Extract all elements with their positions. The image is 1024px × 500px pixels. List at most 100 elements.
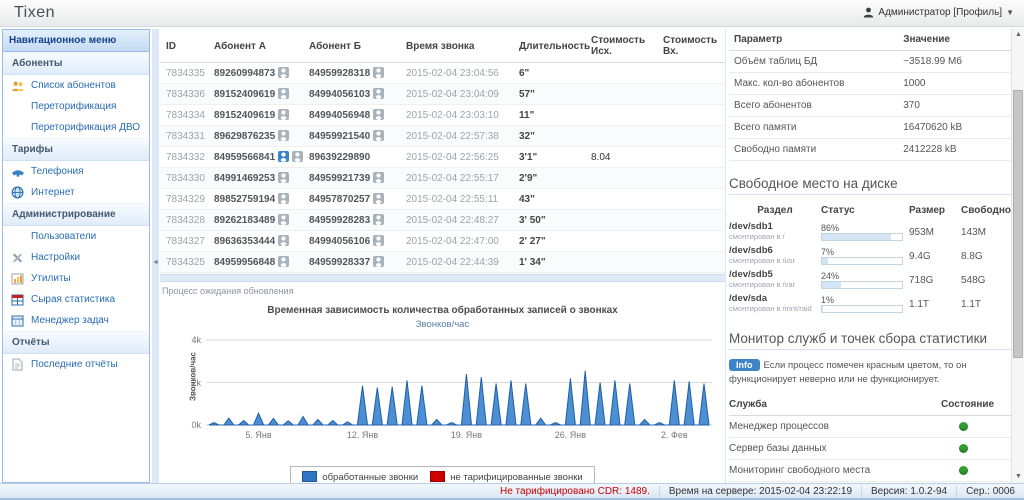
scroll-down-icon[interactable]: ▼ [1012, 470, 1024, 483]
cell-subscriber-b: 84959921739 [303, 168, 400, 189]
subscriber-card-icon[interactable] [373, 88, 384, 99]
subscriber-card-icon[interactable] [373, 193, 384, 204]
cell-duration: 6" [513, 63, 585, 84]
subscriber-card-icon[interactable] [278, 193, 289, 204]
table-row[interactable]: 783432789636353444849940561062015-02-04 … [160, 231, 726, 252]
scrollbar-thumb[interactable] [1013, 90, 1023, 358]
subscriber-card-icon[interactable] [278, 151, 289, 162]
sidebar-item-переторификация[interactable]: Переторификация [3, 96, 149, 117]
subscriber-card-icon[interactable] [373, 256, 384, 267]
sidebar-item-менеджер-задач[interactable]: Менеджер задач [3, 310, 149, 331]
disk-status: 1% [821, 295, 909, 313]
subscriber-card-icon[interactable] [278, 172, 289, 183]
table-row[interactable]: 783433189629876235849599215402015-02-04 … [160, 126, 726, 147]
col-header-1[interactable]: Абонент А [208, 29, 303, 63]
subscriber-card-icon[interactable] [373, 235, 384, 246]
table-row[interactable]: 783433589260994873849599283182015-02-04 … [160, 63, 726, 84]
col-header-4[interactable]: Длительность [513, 29, 585, 63]
table-row[interactable]: 783433284959566841896392298902015-02-04 … [160, 147, 726, 168]
sidebar-section-2[interactable]: Администрирование [3, 203, 149, 226]
params-row: Всего памяти16470620 kB [729, 117, 1011, 139]
table-row[interactable]: 783432989852759194849578702572015-02-04 … [160, 189, 726, 210]
disk-col-1: Статус [821, 205, 909, 216]
legend-swatch [430, 471, 445, 482]
params-col-1: Значение [898, 29, 1011, 51]
cell-duration: 1' 34" [513, 252, 585, 273]
sidebar-item-телефония[interactable]: Телефония [3, 161, 149, 182]
sidebar-item-утилиты[interactable]: Утилиты [3, 268, 149, 289]
subscriber-card-icon[interactable] [278, 88, 289, 99]
subscriber-card-icon[interactable] [373, 109, 384, 120]
subscriber-card-icon[interactable] [373, 172, 384, 183]
ytick-label: 2k [180, 378, 201, 388]
sidebar-item-пользователи[interactable]: Пользователи [3, 226, 149, 247]
cell-subscriber-a: 84991469253 [208, 168, 303, 189]
scroll-up-icon[interactable]: ▲ [1012, 28, 1024, 41]
cell-duration: 57" [513, 84, 585, 105]
disk-free: 1.1T [961, 299, 1011, 310]
service-status [941, 444, 1011, 453]
sidebar-section-0[interactable]: Абоненты [3, 52, 149, 75]
disk-row: /dev/sdb1смонтирован в /86%953M143M [729, 220, 1011, 244]
cell-call-time: 2015-02-04 23:04:56 [400, 63, 513, 84]
param-value: ~3518.99 Мб [898, 51, 1011, 73]
table-row[interactable]: 783433689152409619849940561032015-02-04 … [160, 84, 726, 105]
table-row[interactable]: 783433489152409619849940569482015-02-04 … [160, 105, 726, 126]
sidebar-item-сырая-статистика[interactable]: Сырая статистика [3, 289, 149, 310]
globe-icon [10, 186, 25, 199]
cell-call-time: 2015-02-04 22:44:39 [400, 252, 513, 273]
cell-subscriber-a: 89260994873 [208, 63, 303, 84]
panel-splitter[interactable]: ◄ [152, 29, 159, 483]
table-row[interactable]: 783432584959956848849599283372015-02-04 … [160, 252, 726, 273]
cell-id: 7834331 [160, 126, 208, 147]
sidebar-item-переторификация-дво[interactable]: Переторификация ДВО [3, 117, 149, 138]
col-header-0[interactable]: ID [160, 29, 208, 63]
disk-usage-bar [821, 257, 903, 265]
collapse-arrow-icon[interactable]: ◄ [152, 251, 159, 273]
subscriber-card-icon[interactable] [292, 151, 303, 162]
subscriber-card-icon[interactable] [278, 235, 289, 246]
cell-id: 7834334 [160, 105, 208, 126]
cell-call-time: 2015-02-04 22:56:25 [400, 147, 513, 168]
status-dot-ok [959, 422, 968, 431]
sidebar-item-интернет[interactable]: Интернет [3, 182, 149, 203]
sidebar-item-настройки[interactable]: Настройки [3, 247, 149, 268]
subscriber-card-icon[interactable] [278, 130, 289, 141]
subscriber-card-icon[interactable] [278, 67, 289, 78]
params-table: ПараметрЗначение Объём таблиц БД~3518.99… [729, 29, 1011, 161]
chevron-down-icon: ▼ [1006, 8, 1014, 17]
service-row: Сервер базы данных [729, 438, 1011, 460]
sidebar-section-1[interactable]: Тарифы [3, 138, 149, 161]
disk-usage-bar [821, 281, 903, 289]
params-row: Макс. кол-во абонентов1000 [729, 73, 1011, 95]
col-header-2[interactable]: Абонент Б [303, 29, 400, 63]
col-header-3[interactable]: Время звонка [400, 29, 513, 63]
ytick-label: 0k [180, 420, 201, 430]
subscriber-card-icon[interactable] [373, 67, 384, 78]
col-header-5[interactable]: Стоимость Исх. [585, 29, 657, 63]
subscriber-card-icon[interactable] [373, 214, 384, 225]
cell-cost-out [585, 63, 657, 84]
disk-partition: /dev/sdb1смонтирован в / [729, 222, 821, 242]
subscriber-card-icon[interactable] [278, 256, 289, 267]
vertical-scrollbar[interactable]: ▲ ▼ [1011, 28, 1024, 483]
cell-subscriber-a: 89852759194 [208, 189, 303, 210]
col-header-6[interactable]: Стоимость Вх. [657, 29, 726, 63]
cell-subscriber-a: 89636353444 [208, 231, 303, 252]
cell-cost-out [585, 231, 657, 252]
profile-menu[interactable]: Администратор [Профиль] ▼ [863, 7, 1014, 18]
table-row[interactable]: 783433084991469253849599217392015-02-04 … [160, 168, 726, 189]
subscriber-card-icon[interactable] [278, 214, 289, 225]
sidebar-item-последние-отчёты[interactable]: Последние отчёты [3, 354, 149, 375]
table-row[interactable]: 783432889262183489849599282832015-02-04 … [160, 210, 726, 231]
services-table-header: СлужбаСостояние [729, 395, 1011, 416]
subscriber-card-icon[interactable] [373, 130, 384, 141]
disk-mount: смонтирован в / [729, 232, 821, 242]
legend-swatch [302, 471, 317, 482]
xtick-label: 19. Янв [451, 430, 482, 440]
subscriber-card-icon[interactable] [278, 109, 289, 120]
info-text: Если процесс помечен красным цветом, то … [729, 360, 967, 385]
status-item-1: Время на сервере: 2015-02-04 23:22:19 [659, 486, 861, 497]
sidebar-section-3[interactable]: Отчёты [3, 331, 149, 354]
sidebar-item-список-абонентов[interactable]: Список абонентов [3, 75, 149, 96]
